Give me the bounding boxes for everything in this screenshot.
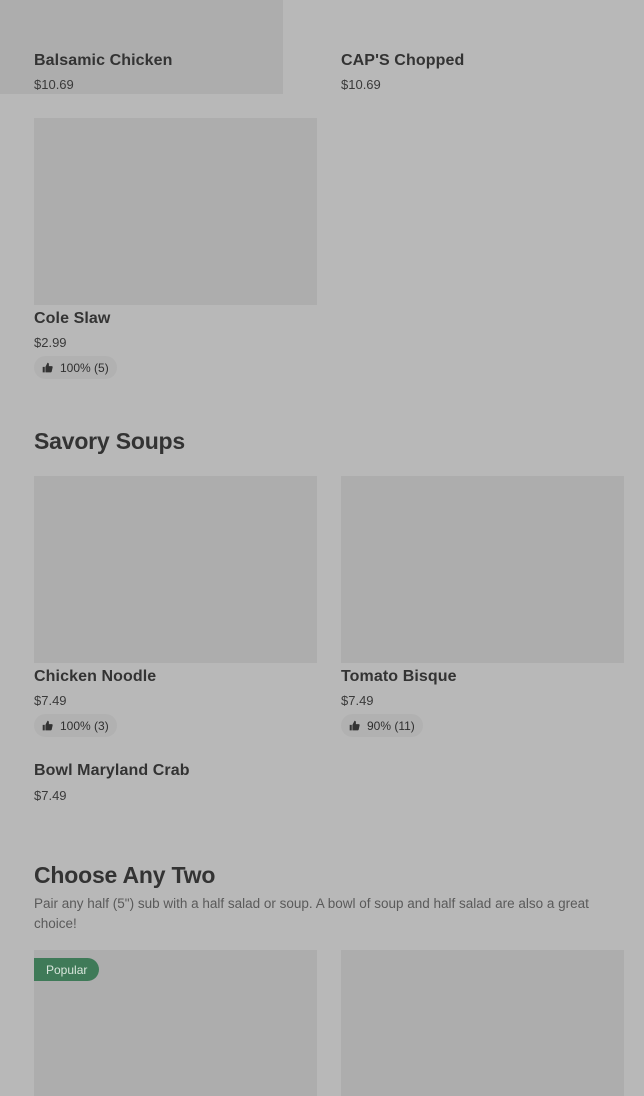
rating-badge: 100% (5) <box>34 356 117 379</box>
menu-item-name[interactable]: Tomato Bisque <box>341 668 457 686</box>
section-description: Pair any half (5") sub with a half salad… <box>34 896 589 931</box>
menu-item-name[interactable]: Balsamic Chicken <box>34 52 173 70</box>
menu-item-image[interactable] <box>0 0 283 47</box>
menu-item-image[interactable] <box>341 476 624 663</box>
menu-item-image[interactable] <box>341 950 624 1096</box>
rating-text: 90% (11) <box>367 718 415 733</box>
menu-item-price: $10.69 <box>34 77 74 92</box>
rating-text: 100% (5) <box>60 360 109 375</box>
menu-item-price: $10.69 <box>341 77 381 92</box>
section-title-choose-any-two: Choose Any Two <box>34 862 216 888</box>
menu-item-price: $7.49 <box>34 693 67 708</box>
menu-item-price: $7.49 <box>34 788 67 803</box>
menu-page: Balsamic Chicken $10.69 CAP'S Chopped $1… <box>0 0 644 1096</box>
menu-item-image[interactable] <box>34 476 317 663</box>
rating-badge: 100% (3) <box>34 714 117 737</box>
menu-item-card[interactable]: Balsamic Chicken $10.69 <box>0 0 644 92</box>
thumbs-up-icon <box>349 720 360 731</box>
section-title-savory-soups: Savory Soups <box>34 428 185 454</box>
menu-item-price: $2.99 <box>34 335 67 350</box>
thumbs-up-icon <box>42 362 53 373</box>
thumbs-up-icon <box>42 720 53 731</box>
menu-item-image[interactable] <box>34 118 317 305</box>
menu-item-price: $7.49 <box>341 693 374 708</box>
menu-item-name[interactable]: Cole Slaw <box>34 310 110 328</box>
popular-badge: Popular <box>34 958 100 981</box>
menu-item-name[interactable]: Bowl Maryland Crab <box>34 762 190 780</box>
menu-item-name[interactable]: Chicken Noodle <box>34 668 156 686</box>
rating-badge: 90% (11) <box>341 714 423 737</box>
rating-text: 100% (3) <box>60 718 109 733</box>
menu-item-name[interactable]: CAP'S Chopped <box>341 52 464 70</box>
